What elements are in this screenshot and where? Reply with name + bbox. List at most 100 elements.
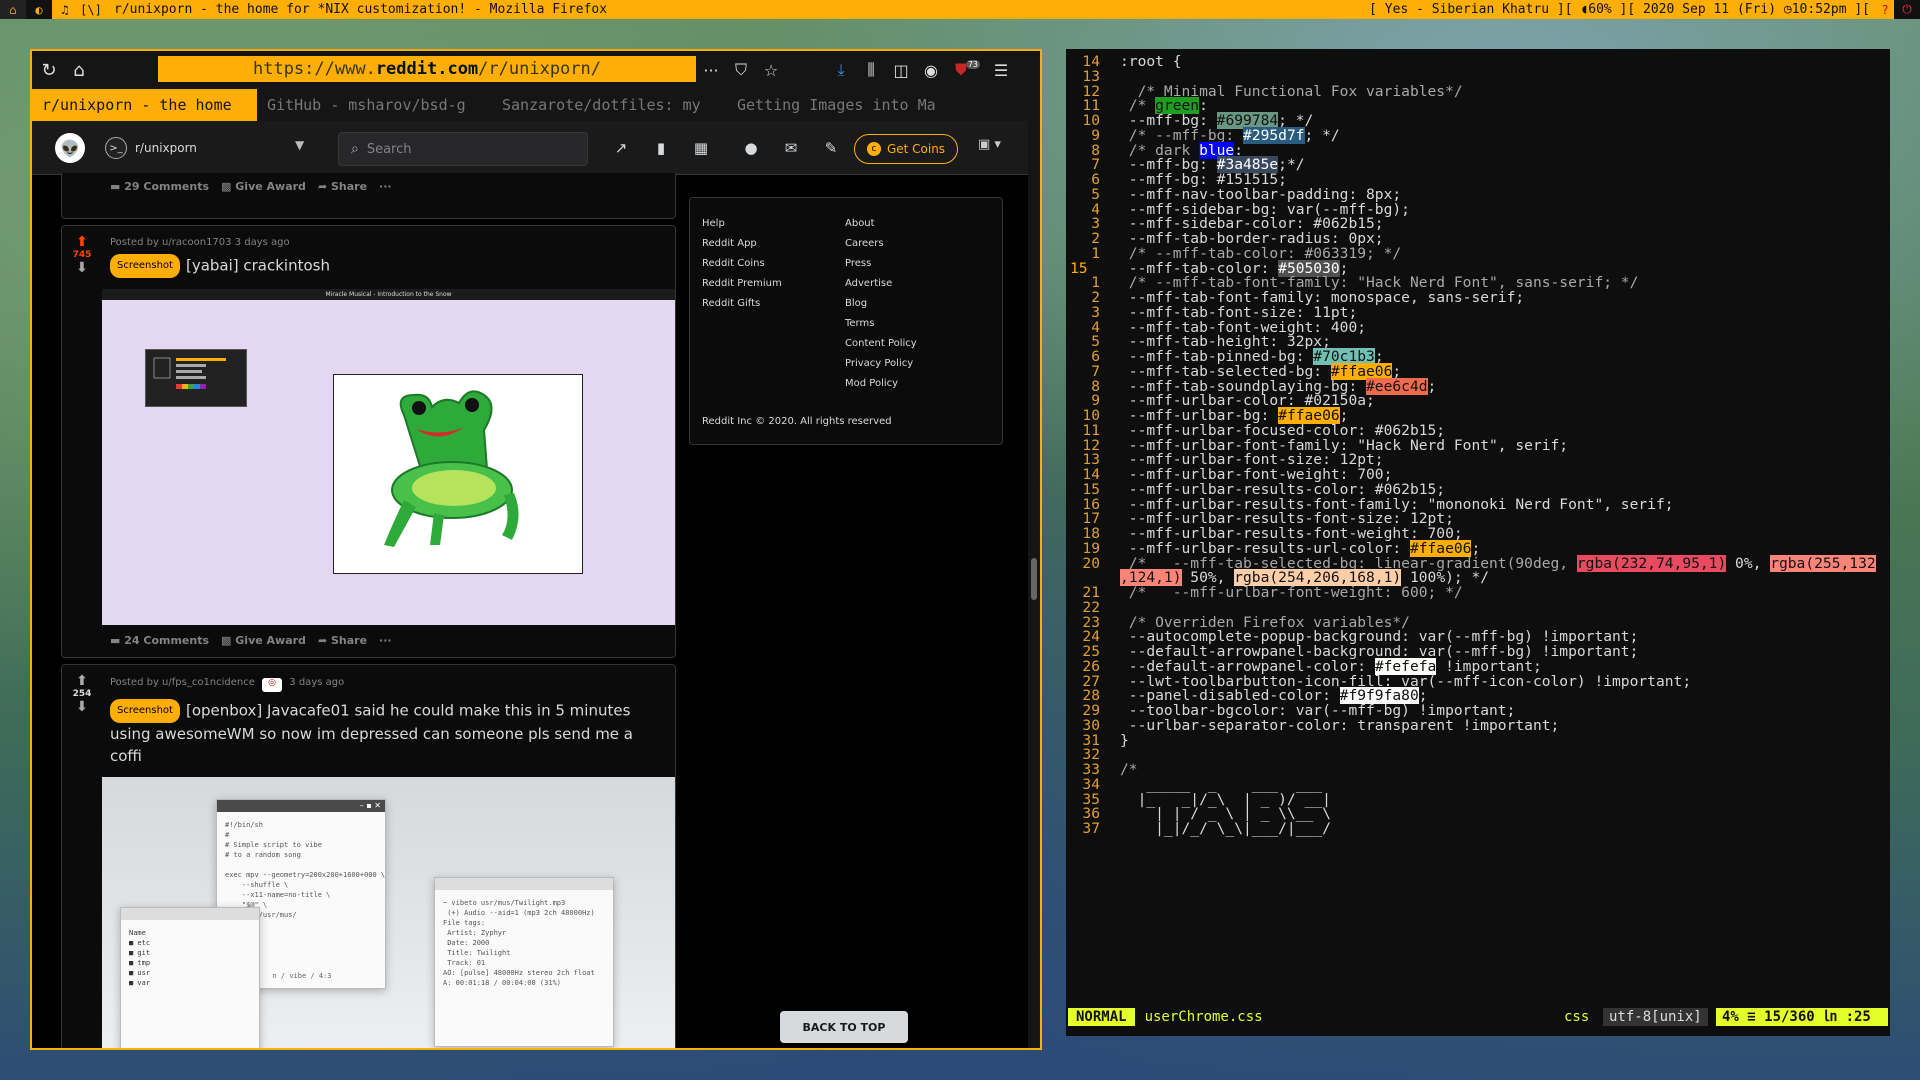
- code-line[interactable]: 30 --urlbar-separator-color: transparent…: [1066, 717, 1890, 734]
- ublock-icon[interactable]: ⛊ 73: [946, 55, 980, 85]
- code-line[interactable]: 4 --mff-tab-font-weight: 400;: [1066, 319, 1890, 336]
- code-line[interactable]: 20 /* --mff-tab-selected-bg: linear-grad…: [1066, 554, 1890, 572]
- footer-link[interactable]: Content Policy: [845, 334, 917, 354]
- code-line[interactable]: 10 --mff-bg: #699784; */: [1066, 112, 1890, 129]
- code-line[interactable]: 9 /* --mff-bg: #295d7f; */: [1066, 126, 1890, 144]
- code-line[interactable]: 15 --mff-urlbar-results-color: #062b15;: [1066, 481, 1890, 498]
- account-icon[interactable]: ◉: [916, 55, 946, 85]
- footer-link[interactable]: Careers: [845, 234, 917, 254]
- post-image[interactable]: Miracle Musical - Introduction to the Sn…: [102, 289, 675, 625]
- code-line[interactable]: 7 --mff-bg: #3a485e;*/: [1066, 156, 1890, 174]
- get-coins-button[interactable]: c Get Coins: [854, 134, 958, 164]
- user-menu[interactable]: ▣ ▾: [978, 137, 1001, 152]
- flair-badge[interactable]: Screenshot: [110, 254, 180, 278]
- downvote-icon[interactable]: ⬇: [76, 699, 88, 715]
- back-to-top-button[interactable]: BACK TO TOP: [780, 1011, 908, 1043]
- code-line[interactable]: 2 --mff-tab-font-family: monospace, sans…: [1066, 289, 1890, 306]
- code-line[interactable]: 7 --mff-tab-selected-bg: #ffae06;: [1066, 362, 1890, 380]
- code-line[interactable]: 4 --mff-sidebar-bg: var(--mff-bg);: [1066, 201, 1890, 218]
- code-line[interactable]: 33/*: [1066, 761, 1890, 778]
- upvote-icon[interactable]: ⬆: [76, 234, 88, 250]
- code-line[interactable]: 14 --mff-urlbar-font-weight: 700;: [1066, 466, 1890, 483]
- tab-github[interactable]: GitHub - msharov/bsd-g: [257, 89, 492, 121]
- chat-icon[interactable]: ●: [740, 137, 762, 159]
- downvote-icon[interactable]: ⬇: [76, 260, 88, 276]
- code-line[interactable]: 35 |_ _|/_\ | _ )/ __|: [1066, 791, 1890, 808]
- code-buffer[interactable]: 14:root {13 12 /* Minimal Functional Fox …: [1066, 53, 1890, 837]
- post-card[interactable]: ⬆ 254 ⬇ Posted by u/fps_co1ncidence ◎ 3 …: [61, 664, 676, 1048]
- footer-link[interactable]: Help: [702, 214, 782, 234]
- code-line[interactable]: 10 --mff-urlbar-bg: #ffae06;: [1066, 407, 1890, 424]
- rpan-icon[interactable]: ▦: [690, 137, 712, 159]
- footer-link[interactable]: Reddit Gifts: [702, 294, 782, 314]
- more-options-button[interactable]: ···: [379, 634, 392, 647]
- give-award-button[interactable]: ▩ Give Award: [221, 180, 306, 193]
- tab-dotfiles[interactable]: Sanzarote/dotfiles: my: [492, 89, 727, 121]
- footer-link[interactable]: Reddit Premium: [702, 274, 782, 294]
- more-options-button[interactable]: ···: [379, 180, 392, 193]
- code-line[interactable]: 2 --mff-tab-border-radius: 0px;: [1066, 230, 1890, 247]
- bookmark-star-icon[interactable]: ☆: [756, 55, 786, 85]
- code-line[interactable]: 24 --autocomplete-popup-background: var(…: [1066, 628, 1890, 645]
- workspace-music-icon[interactable]: ♫: [52, 0, 78, 19]
- code-line[interactable]: 11 /* green:: [1066, 97, 1890, 115]
- power-icon[interactable]: ⏻: [1894, 0, 1920, 19]
- post-title[interactable]: Screenshot [yabai] crackintosh: [110, 254, 650, 278]
- code-line[interactable]: 12 --mff-urlbar-font-family: "Hack Nerd …: [1066, 437, 1890, 454]
- page-actions-icon[interactable]: ···: [696, 55, 726, 85]
- footer-link[interactable]: Reddit App: [702, 234, 782, 254]
- tab-unixporn[interactable]: r/unixporn - the home: [32, 89, 257, 121]
- search-input[interactable]: ⌕ Search: [338, 132, 588, 166]
- post-author[interactable]: Posted by u/fps_co1ncidence: [110, 677, 255, 688]
- layout-indicator[interactable]: [\]: [78, 0, 104, 19]
- code-line[interactable]: 14:root {: [1066, 53, 1890, 70]
- workspace-firefox-icon[interactable]: ◐: [26, 0, 52, 19]
- share-button[interactable]: ➦ Share: [318, 634, 367, 647]
- footer-link[interactable]: Reddit Coins: [702, 254, 782, 274]
- code-line[interactable]: 8 /* dark blue:: [1066, 141, 1890, 159]
- code-line[interactable]: 29 --toolbar-bgcolor: var(--mff-bg) !imp…: [1066, 702, 1890, 719]
- give-award-button[interactable]: ▩ Give Award: [221, 634, 306, 647]
- post-image[interactable]: – ▪ ✕ #!/bin/sh # # Simple script to vib…: [102, 777, 675, 1048]
- flair-badge[interactable]: Screenshot: [110, 699, 180, 723]
- footer-link[interactable]: Advertise: [845, 274, 917, 294]
- reload-icon[interactable]: ↻: [34, 55, 64, 85]
- create-post-icon[interactable]: ✎: [820, 137, 842, 159]
- scrollbar-thumb[interactable]: [1031, 558, 1037, 600]
- code-line[interactable]: 27 --lwt-toolbarbutton-icon-fill: var(--…: [1066, 673, 1890, 690]
- code-line[interactable]: 11 --mff-urlbar-focused-color: #062b15;: [1066, 422, 1890, 439]
- footer-link[interactable]: Mod Policy: [845, 374, 917, 394]
- trending-icon[interactable]: ↗: [610, 137, 632, 159]
- code-line[interactable]: 18 --mff-urlbar-results-font-weight: 700…: [1066, 525, 1890, 542]
- code-line[interactable]: 19 --mff-urlbar-results-url-color: #ffae…: [1066, 539, 1890, 557]
- url-bar[interactable]: https://www. reddit.com/r/unixporn/: [158, 56, 696, 82]
- code-line[interactable]: 37 |_|/_/ \_\|___/|___/: [1066, 820, 1890, 837]
- vim-editor-window[interactable]: 14:root {13 12 /* Minimal Functional Fox …: [1066, 49, 1890, 1036]
- code-line[interactable]: 13: [1066, 68, 1890, 85]
- page-scrollbar[interactable]: [1028, 121, 1040, 1048]
- code-line[interactable]: 8 --mff-tab-soundplaying-bg: #ee6c4d;: [1066, 377, 1890, 395]
- code-line[interactable]: 15 --mff-tab-color: #505030;: [1066, 259, 1890, 277]
- code-line[interactable]: 3 --mff-sidebar-color: #062b15;: [1066, 215, 1890, 232]
- stats-icon[interactable]: ▮: [650, 137, 672, 159]
- menu-icon[interactable]: ☰: [986, 55, 1016, 85]
- post-card[interactable]: ▬ 29 Comments ▩ Give Award ➦ Share ···: [61, 173, 676, 219]
- library-icon[interactable]: ⫼: [856, 55, 886, 85]
- code-line[interactable]: 9 --mff-urlbar-color: #02150a;: [1066, 392, 1890, 409]
- code-line[interactable]: 26 --default-arrowpanel-color: #fefefa !…: [1066, 657, 1890, 675]
- comments-button[interactable]: ▬ 24 Comments: [110, 634, 209, 647]
- pocket-icon[interactable]: ⛉: [726, 55, 756, 85]
- code-line[interactable]: 12 /* Minimal Functional Fox variables*/: [1066, 83, 1890, 100]
- code-line[interactable]: 5 --mff-tab-height: 32px;: [1066, 333, 1890, 350]
- footer-link[interactable]: Press: [845, 254, 917, 274]
- code-line[interactable]: 36 | | / _ \ | _ \\__ \: [1066, 805, 1890, 822]
- comments-button[interactable]: ▬ 29 Comments: [110, 180, 209, 193]
- share-button[interactable]: ➦ Share: [318, 180, 367, 193]
- code-line[interactable]: 16 --mff-urlbar-results-font-family: "mo…: [1066, 496, 1890, 513]
- code-line[interactable]: 5 --mff-nav-toolbar-padding: 8px;: [1066, 186, 1890, 203]
- code-line[interactable]: 6 --mff-bg: #151515;: [1066, 171, 1890, 188]
- code-line[interactable]: 1 /* --mff-tab-font-family: "Hack Nerd F…: [1066, 274, 1890, 291]
- help-icon[interactable]: ?: [1876, 0, 1894, 19]
- post-card[interactable]: ⬆ 745 ⬇ Posted by u/racoon1703 3 days ag…: [61, 225, 676, 658]
- subreddit-selector[interactable]: >_ r/unixporn ▼: [105, 135, 305, 161]
